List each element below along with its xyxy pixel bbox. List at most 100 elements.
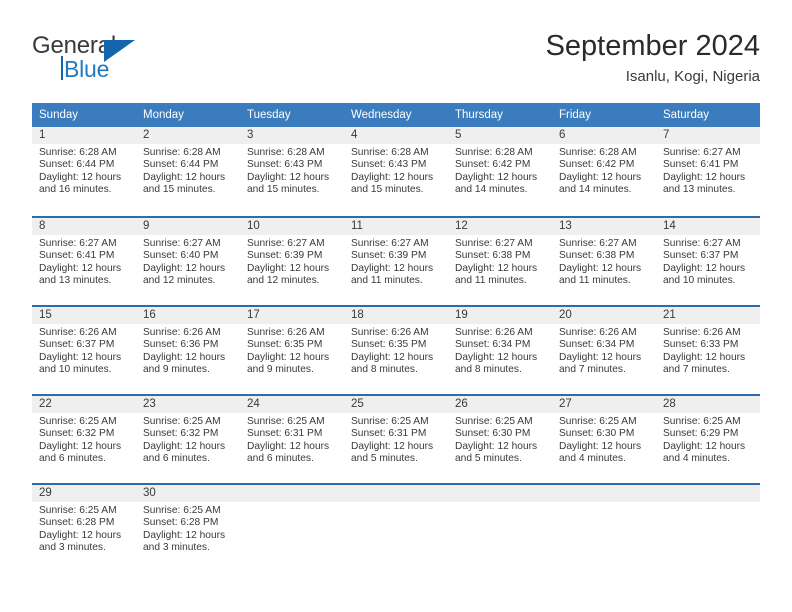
day-cell[interactable]: 24 Sunrise: 6:25 AM Sunset: 6:31 PM Dayl… bbox=[240, 394, 344, 464]
logo-text-blue: Blue bbox=[64, 56, 110, 82]
day-cell[interactable]: 30 Sunrise: 6:25 AM Sunset: 6:28 PM Dayl… bbox=[136, 483, 240, 553]
day-number: 4 bbox=[344, 127, 448, 144]
day-cell[interactable]: 12 Sunrise: 6:27 AM Sunset: 6:38 PM Dayl… bbox=[448, 216, 552, 286]
day-cell[interactable]: 4 Sunrise: 6:28 AM Sunset: 6:43 PM Dayli… bbox=[344, 127, 448, 197]
day-number: 18 bbox=[344, 307, 448, 324]
day-number: 20 bbox=[552, 307, 656, 324]
day-cell[interactable]: 18 Sunrise: 6:26 AM Sunset: 6:35 PM Dayl… bbox=[344, 305, 448, 375]
day-cell-empty bbox=[344, 483, 448, 550]
day-cell[interactable]: 2 Sunrise: 6:28 AM Sunset: 6:44 PM Dayli… bbox=[136, 127, 240, 195]
daylight-text-line1: Daylight: 12 hours bbox=[143, 529, 226, 541]
day-cell[interactable]: 29 Sunrise: 6:25 AM Sunset: 6:28 PM Dayl… bbox=[32, 483, 136, 553]
day-cell[interactable]: 10 Sunrise: 6:27 AM Sunset: 6:39 PM Dayl… bbox=[240, 216, 344, 286]
day-number: 7 bbox=[656, 127, 760, 144]
sunrise-text: Sunrise: 6:25 AM bbox=[455, 416, 533, 427]
sunrise-text: Sunrise: 6:25 AM bbox=[247, 416, 325, 427]
day-details: Sunrise: 6:28 AM Sunset: 6:44 PM Dayligh… bbox=[32, 144, 136, 197]
calendar-body: 1 Sunrise: 6:28 AM Sunset: 6:44 PM Dayli… bbox=[32, 127, 760, 553]
day-details: Sunrise: 6:25 AM Sunset: 6:28 PM Dayligh… bbox=[32, 502, 136, 555]
sunrise-text: Sunrise: 6:25 AM bbox=[39, 505, 117, 516]
day-details: Sunrise: 6:25 AM Sunset: 6:28 PM Dayligh… bbox=[136, 502, 240, 555]
day-number: 29 bbox=[32, 485, 136, 502]
day-number bbox=[552, 485, 656, 502]
daylight-text-line1: Daylight: 12 hours bbox=[559, 351, 642, 363]
day-cell[interactable]: 20 Sunrise: 6:26 AM Sunset: 6:34 PM Dayl… bbox=[552, 305, 656, 375]
sunset-text: Sunset: 6:31 PM bbox=[247, 428, 323, 440]
calendar-week-row: 1 Sunrise: 6:28 AM Sunset: 6:44 PM Dayli… bbox=[32, 127, 760, 197]
week-spacer bbox=[32, 194, 760, 216]
day-cell[interactable]: 13 Sunrise: 6:27 AM Sunset: 6:38 PM Dayl… bbox=[552, 216, 656, 286]
day-details: Sunrise: 6:25 AM Sunset: 6:30 PM Dayligh… bbox=[448, 413, 552, 466]
day-number: 12 bbox=[448, 218, 552, 235]
page-header: General Blue September 2024 Isanlu, Kogi… bbox=[32, 28, 760, 96]
day-cell-empty bbox=[240, 483, 344, 550]
day-details: Sunrise: 6:27 AM Sunset: 6:40 PM Dayligh… bbox=[136, 235, 240, 288]
daylight-text-line1: Daylight: 12 hours bbox=[39, 529, 122, 541]
sunrise-text: Sunrise: 6:25 AM bbox=[663, 416, 741, 427]
sunrise-text: Sunrise: 6:27 AM bbox=[351, 238, 429, 249]
day-details: Sunrise: 6:26 AM Sunset: 6:34 PM Dayligh… bbox=[448, 324, 552, 377]
daylight-text-line1: Daylight: 12 hours bbox=[247, 440, 330, 452]
day-cell[interactable]: 17 Sunrise: 6:26 AM Sunset: 6:35 PM Dayl… bbox=[240, 305, 344, 375]
sunset-text: Sunset: 6:30 PM bbox=[455, 428, 531, 440]
weekday-header-wednesday: Wednesday bbox=[344, 103, 448, 127]
sunrise-text: Sunrise: 6:27 AM bbox=[455, 238, 533, 249]
sunrise-text: Sunrise: 6:28 AM bbox=[455, 147, 533, 158]
day-number: 30 bbox=[136, 485, 240, 502]
day-cell[interactable]: 8 Sunrise: 6:27 AM Sunset: 6:41 PM Dayli… bbox=[32, 216, 136, 286]
day-cell[interactable]: 19 Sunrise: 6:26 AM Sunset: 6:34 PM Dayl… bbox=[448, 305, 552, 375]
sunrise-text: Sunrise: 6:26 AM bbox=[351, 327, 429, 338]
day-number: 24 bbox=[240, 396, 344, 413]
day-number: 5 bbox=[448, 127, 552, 144]
day-cell[interactable]: 7 Sunrise: 6:27 AM Sunset: 6:41 PM Dayli… bbox=[656, 127, 760, 195]
sunset-text: Sunset: 6:32 PM bbox=[143, 428, 219, 440]
daylight-text-line1: Daylight: 12 hours bbox=[39, 351, 122, 363]
day-details bbox=[656, 502, 760, 505]
sunset-text: Sunset: 6:41 PM bbox=[663, 159, 739, 171]
day-cell[interactable]: 28 Sunrise: 6:25 AM Sunset: 6:29 PM Dayl… bbox=[656, 394, 760, 464]
day-cell[interactable]: 14 Sunrise: 6:27 AM Sunset: 6:37 PM Dayl… bbox=[656, 216, 760, 286]
day-cell[interactable]: 3 Sunrise: 6:28 AM Sunset: 6:43 PM Dayli… bbox=[240, 127, 344, 195]
sunset-text: Sunset: 6:32 PM bbox=[39, 428, 115, 440]
day-number: 2 bbox=[136, 127, 240, 144]
daylight-text-line1: Daylight: 12 hours bbox=[247, 171, 330, 183]
sunrise-text: Sunrise: 6:25 AM bbox=[143, 416, 221, 427]
sunset-text: Sunset: 6:39 PM bbox=[247, 250, 323, 262]
day-cell[interactable]: 21 Sunrise: 6:26 AM Sunset: 6:33 PM Dayl… bbox=[656, 305, 760, 375]
sunrise-text: Sunrise: 6:28 AM bbox=[143, 147, 221, 158]
day-number bbox=[240, 485, 344, 502]
sunset-text: Sunset: 6:28 PM bbox=[39, 517, 115, 529]
day-number: 11 bbox=[344, 218, 448, 235]
day-number: 16 bbox=[136, 307, 240, 324]
day-cell[interactable]: 9 Sunrise: 6:27 AM Sunset: 6:40 PM Dayli… bbox=[136, 216, 240, 286]
generalblue-logo[interactable]: General Blue bbox=[32, 32, 232, 90]
day-cell[interactable]: 22 Sunrise: 6:25 AM Sunset: 6:32 PM Dayl… bbox=[32, 394, 136, 464]
day-cell[interactable]: 6 Sunrise: 6:28 AM Sunset: 6:42 PM Dayli… bbox=[552, 127, 656, 195]
day-number: 9 bbox=[136, 218, 240, 235]
sunset-text: Sunset: 6:37 PM bbox=[39, 339, 115, 351]
sunset-text: Sunset: 6:44 PM bbox=[39, 159, 115, 171]
day-cell[interactable]: 27 Sunrise: 6:25 AM Sunset: 6:30 PM Dayl… bbox=[552, 394, 656, 464]
sunset-text: Sunset: 6:33 PM bbox=[663, 339, 739, 351]
day-cell-empty bbox=[552, 483, 656, 550]
day-cell[interactable]: 1 Sunrise: 6:28 AM Sunset: 6:44 PM Dayli… bbox=[32, 127, 136, 197]
day-number: 19 bbox=[448, 307, 552, 324]
day-details: Sunrise: 6:27 AM Sunset: 6:37 PM Dayligh… bbox=[656, 235, 760, 288]
day-cell[interactable]: 16 Sunrise: 6:26 AM Sunset: 6:36 PM Dayl… bbox=[136, 305, 240, 375]
day-cell[interactable]: 23 Sunrise: 6:25 AM Sunset: 6:32 PM Dayl… bbox=[136, 394, 240, 464]
day-details: Sunrise: 6:28 AM Sunset: 6:43 PM Dayligh… bbox=[344, 144, 448, 197]
daylight-text-line1: Daylight: 12 hours bbox=[351, 171, 434, 183]
weekday-header-tuesday: Tuesday bbox=[240, 103, 344, 127]
day-cell[interactable]: 26 Sunrise: 6:25 AM Sunset: 6:30 PM Dayl… bbox=[448, 394, 552, 464]
day-cell[interactable]: 11 Sunrise: 6:27 AM Sunset: 6:39 PM Dayl… bbox=[344, 216, 448, 286]
day-details: Sunrise: 6:25 AM Sunset: 6:31 PM Dayligh… bbox=[344, 413, 448, 466]
day-cell[interactable]: 5 Sunrise: 6:28 AM Sunset: 6:42 PM Dayli… bbox=[448, 127, 552, 195]
day-cell-empty bbox=[656, 483, 760, 550]
day-cell[interactable]: 15 Sunrise: 6:26 AM Sunset: 6:37 PM Dayl… bbox=[32, 305, 136, 375]
daylight-text-line1: Daylight: 12 hours bbox=[663, 440, 746, 452]
day-details bbox=[240, 502, 344, 505]
sunset-text: Sunset: 6:42 PM bbox=[559, 159, 635, 171]
day-cell[interactable]: 25 Sunrise: 6:25 AM Sunset: 6:31 PM Dayl… bbox=[344, 394, 448, 464]
daylight-text-line1: Daylight: 12 hours bbox=[39, 171, 122, 183]
daylight-text-line1: Daylight: 12 hours bbox=[351, 440, 434, 452]
